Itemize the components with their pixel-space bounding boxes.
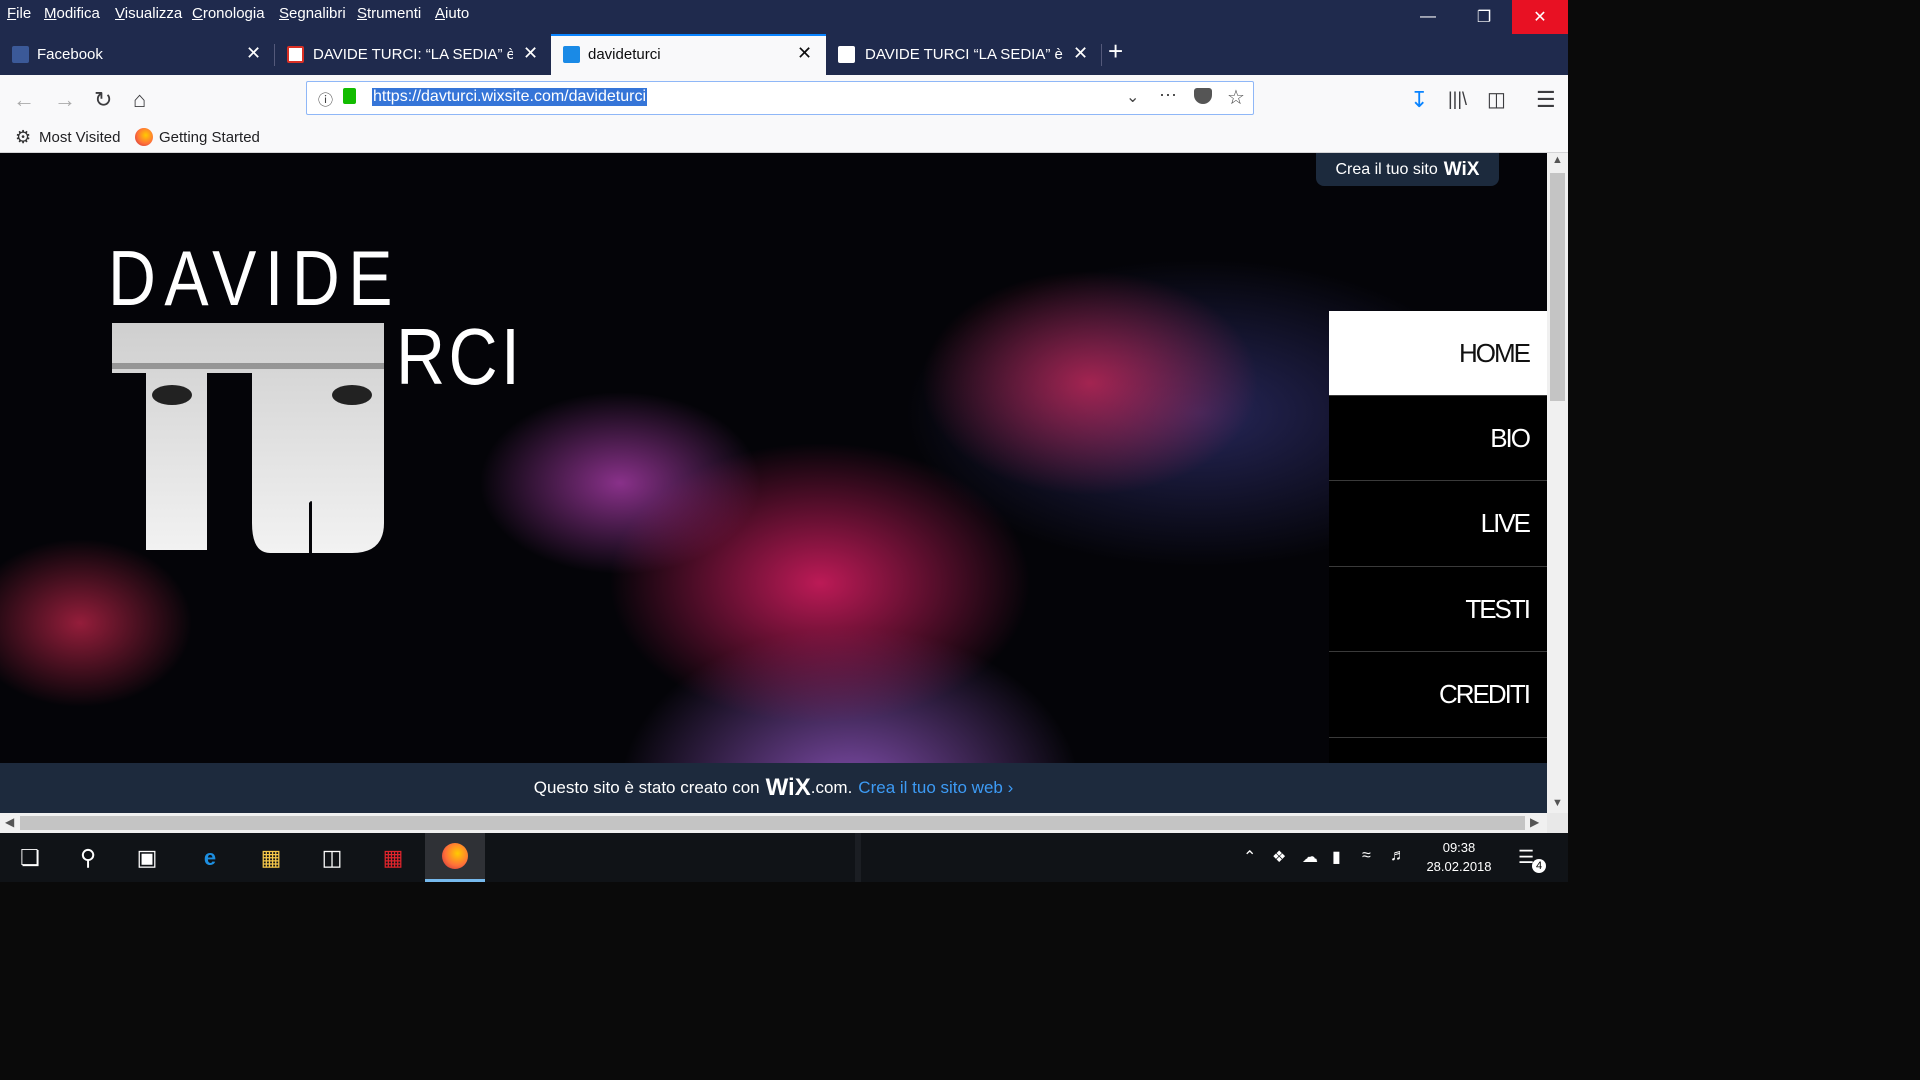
back-icon[interactable]: ← [13, 87, 35, 113]
close-tab-icon[interactable]: ✕ [797, 43, 812, 64]
scroll-up-icon[interactable]: ▲ [1552, 154, 1563, 166]
notification-count: 4 [1532, 859, 1546, 873]
wix-logo: WiX [765, 774, 811, 801]
library-icon[interactable]: |||\ [1448, 89, 1467, 110]
tab-davideturci[interactable]: davideturci ✕ [551, 34, 826, 75]
new-tab-icon[interactable]: + [1108, 36, 1138, 77]
reload-icon[interactable]: ↻ [94, 87, 112, 113]
menu-strumenti[interactable]: Strumenti [357, 5, 421, 22]
menu-segnalibri[interactable]: Segnalibri [279, 5, 346, 22]
wix-create-badge[interactable]: Crea il tuo sito WiX [1316, 153, 1499, 186]
wix-icon [563, 46, 580, 63]
vertical-scrollbar[interactable]: ▲ ▼ [1547, 153, 1568, 813]
tab-title: Facebook [37, 46, 103, 63]
tab-title: davideturci [588, 46, 661, 63]
star-icon[interactable]: ☆ [1227, 85, 1245, 110]
tab-gmail[interactable]: DAVIDE TURCI: “LA SEDIA” è il p ✕ [275, 34, 550, 75]
tab-facebook[interactable]: Facebook ✕ [0, 34, 274, 75]
scroll-thumb[interactable] [1550, 173, 1565, 401]
logo-tu-graphic [112, 323, 384, 553]
menu-visualizza[interactable]: Visualizza [115, 5, 182, 22]
nav-home[interactable]: HOME [1329, 311, 1547, 396]
gift-icon[interactable]: ▦ [363, 833, 423, 882]
tab-site[interactable]: DAVIDE TURCI “LA SEDIA” è il p ✕ [827, 34, 1101, 75]
search-icon[interactable]: ⚲ [58, 833, 118, 882]
menu-file[interactable]: File [7, 5, 31, 22]
url-text[interactable]: https://davturci.wixsite.com/davideturci [372, 88, 647, 106]
taskbar: ❏ ⚲ ▣ e ▦ ◫ ▦ ⌃ ❖ ☁ ▮ ≈ ♬ 09:38 28.02.20… [0, 833, 1568, 882]
tab-title: DAVIDE TURCI: “LA SEDIA” è il p [313, 46, 513, 63]
close-window-icon[interactable]: ✕ [1512, 0, 1568, 34]
store-icon[interactable]: ◫ [302, 833, 362, 882]
wix-logo: WiX [1443, 158, 1480, 180]
menu-bar: File Modifica Visualizza Cronologia Segn… [0, 0, 1568, 34]
menu-cronologia[interactable]: Cronologia [192, 5, 265, 22]
site-icon [838, 46, 855, 63]
home-icon[interactable]: ⌂ [133, 87, 146, 113]
download-icon[interactable]: ↧ [1410, 87, 1428, 113]
scroll-down-icon[interactable]: ▼ [1552, 797, 1563, 809]
time: 09:38 [1442, 840, 1476, 855]
dropbox-icon[interactable]: ❖ [1272, 847, 1286, 867]
wifi-icon[interactable]: ≈ [1362, 847, 1371, 865]
bookmark-most-visited[interactable]: Most Visited [39, 129, 120, 146]
cloud-sync-icon[interactable]: ☁ [1302, 847, 1318, 867]
edge-icon[interactable]: e [180, 833, 240, 882]
scroll-thumb[interactable] [20, 816, 1525, 830]
navigation-bar: ← → ↻ ⌂ ⓘ https://davturci.wixsite.com/d… [0, 75, 1568, 124]
chevron-down-icon[interactable]: ⌄ [1126, 87, 1139, 107]
date: 28.02.2018 [1426, 859, 1492, 874]
task-view-icon[interactable]: ▣ [117, 833, 177, 882]
sidebar-icon[interactable]: ◫ [1487, 87, 1506, 112]
nav-testi[interactable]: TESTI [1329, 567, 1547, 652]
more-icon[interactable]: ⋯ [1159, 85, 1177, 106]
battery-icon[interactable]: ▮ [1332, 847, 1341, 867]
gmail-icon [287, 46, 304, 63]
nav-live[interactable]: LIVE [1329, 481, 1547, 567]
forward-icon[interactable]: → [54, 87, 76, 113]
gear-icon: ⚙ [15, 127, 32, 147]
bookmark-getting-started[interactable]: Getting Started [159, 129, 260, 146]
lock-icon [343, 88, 356, 104]
clock[interactable]: 09:38 28.02.2018 [1420, 838, 1498, 876]
volume-icon[interactable]: ♬ [1390, 847, 1406, 865]
nav-crediti[interactable]: CREDITI [1329, 652, 1547, 738]
logo-rci: RCI [396, 312, 524, 401]
chevron-up-icon[interactable]: ⌃ [1243, 847, 1256, 867]
firefox-icon [135, 128, 153, 146]
create-site-link[interactable]: Crea il tuo sito web › [858, 778, 1013, 798]
file-explorer-icon[interactable]: ▦ [241, 833, 301, 882]
url-bar[interactable]: ⓘ https://davturci.wixsite.com/davidetur… [306, 81, 1254, 115]
horizontal-scrollbar[interactable]: ◀ ▶ [0, 813, 1547, 833]
facebook-icon [12, 46, 29, 63]
restore-icon[interactable]: ❐ [1456, 0, 1512, 34]
badge-text: Crea il tuo sito [1335, 160, 1438, 178]
nav-bio[interactable]: BIO [1329, 396, 1547, 481]
hamburger-menu-icon[interactable]: ☰ [1536, 87, 1556, 113]
close-tab-icon[interactable]: ✕ [246, 43, 261, 64]
bookmarks-toolbar: ⚙ Most Visited Getting Started [0, 124, 1568, 153]
windows-start-icon[interactable]: ❏ [0, 833, 60, 882]
wix-footer-banner: Questo sito è stato creato con WiX .com. … [0, 763, 1547, 813]
footer-text: Questo sito è stato creato con [533, 778, 760, 797]
tab-title: DAVIDE TURCI “LA SEDIA” è il p [865, 46, 1065, 63]
pocket-icon[interactable] [1194, 88, 1212, 104]
tab-bar: Facebook ✕ DAVIDE TURCI: “LA SEDIA” è il… [0, 34, 1568, 75]
scroll-left-icon[interactable]: ◀ [5, 815, 14, 829]
info-icon[interactable]: ⓘ [318, 89, 333, 110]
close-tab-icon[interactable]: ✕ [523, 43, 538, 64]
footer-domain: .com. [810, 778, 853, 797]
scroll-right-icon[interactable]: ▶ [1530, 815, 1539, 829]
logo-davide: DAVIDE [108, 234, 401, 322]
close-tab-icon[interactable]: ✕ [1073, 43, 1088, 64]
firefox-taskbar-icon[interactable] [425, 833, 485, 882]
web-page: Crea il tuo sito WiX DAVIDE RCI HOME BIO… [0, 153, 1547, 813]
menu-aiuto[interactable]: Aiuto [435, 5, 469, 22]
minimize-icon[interactable]: — [1400, 0, 1456, 34]
menu-modifica[interactable]: Modifica [44, 5, 100, 22]
